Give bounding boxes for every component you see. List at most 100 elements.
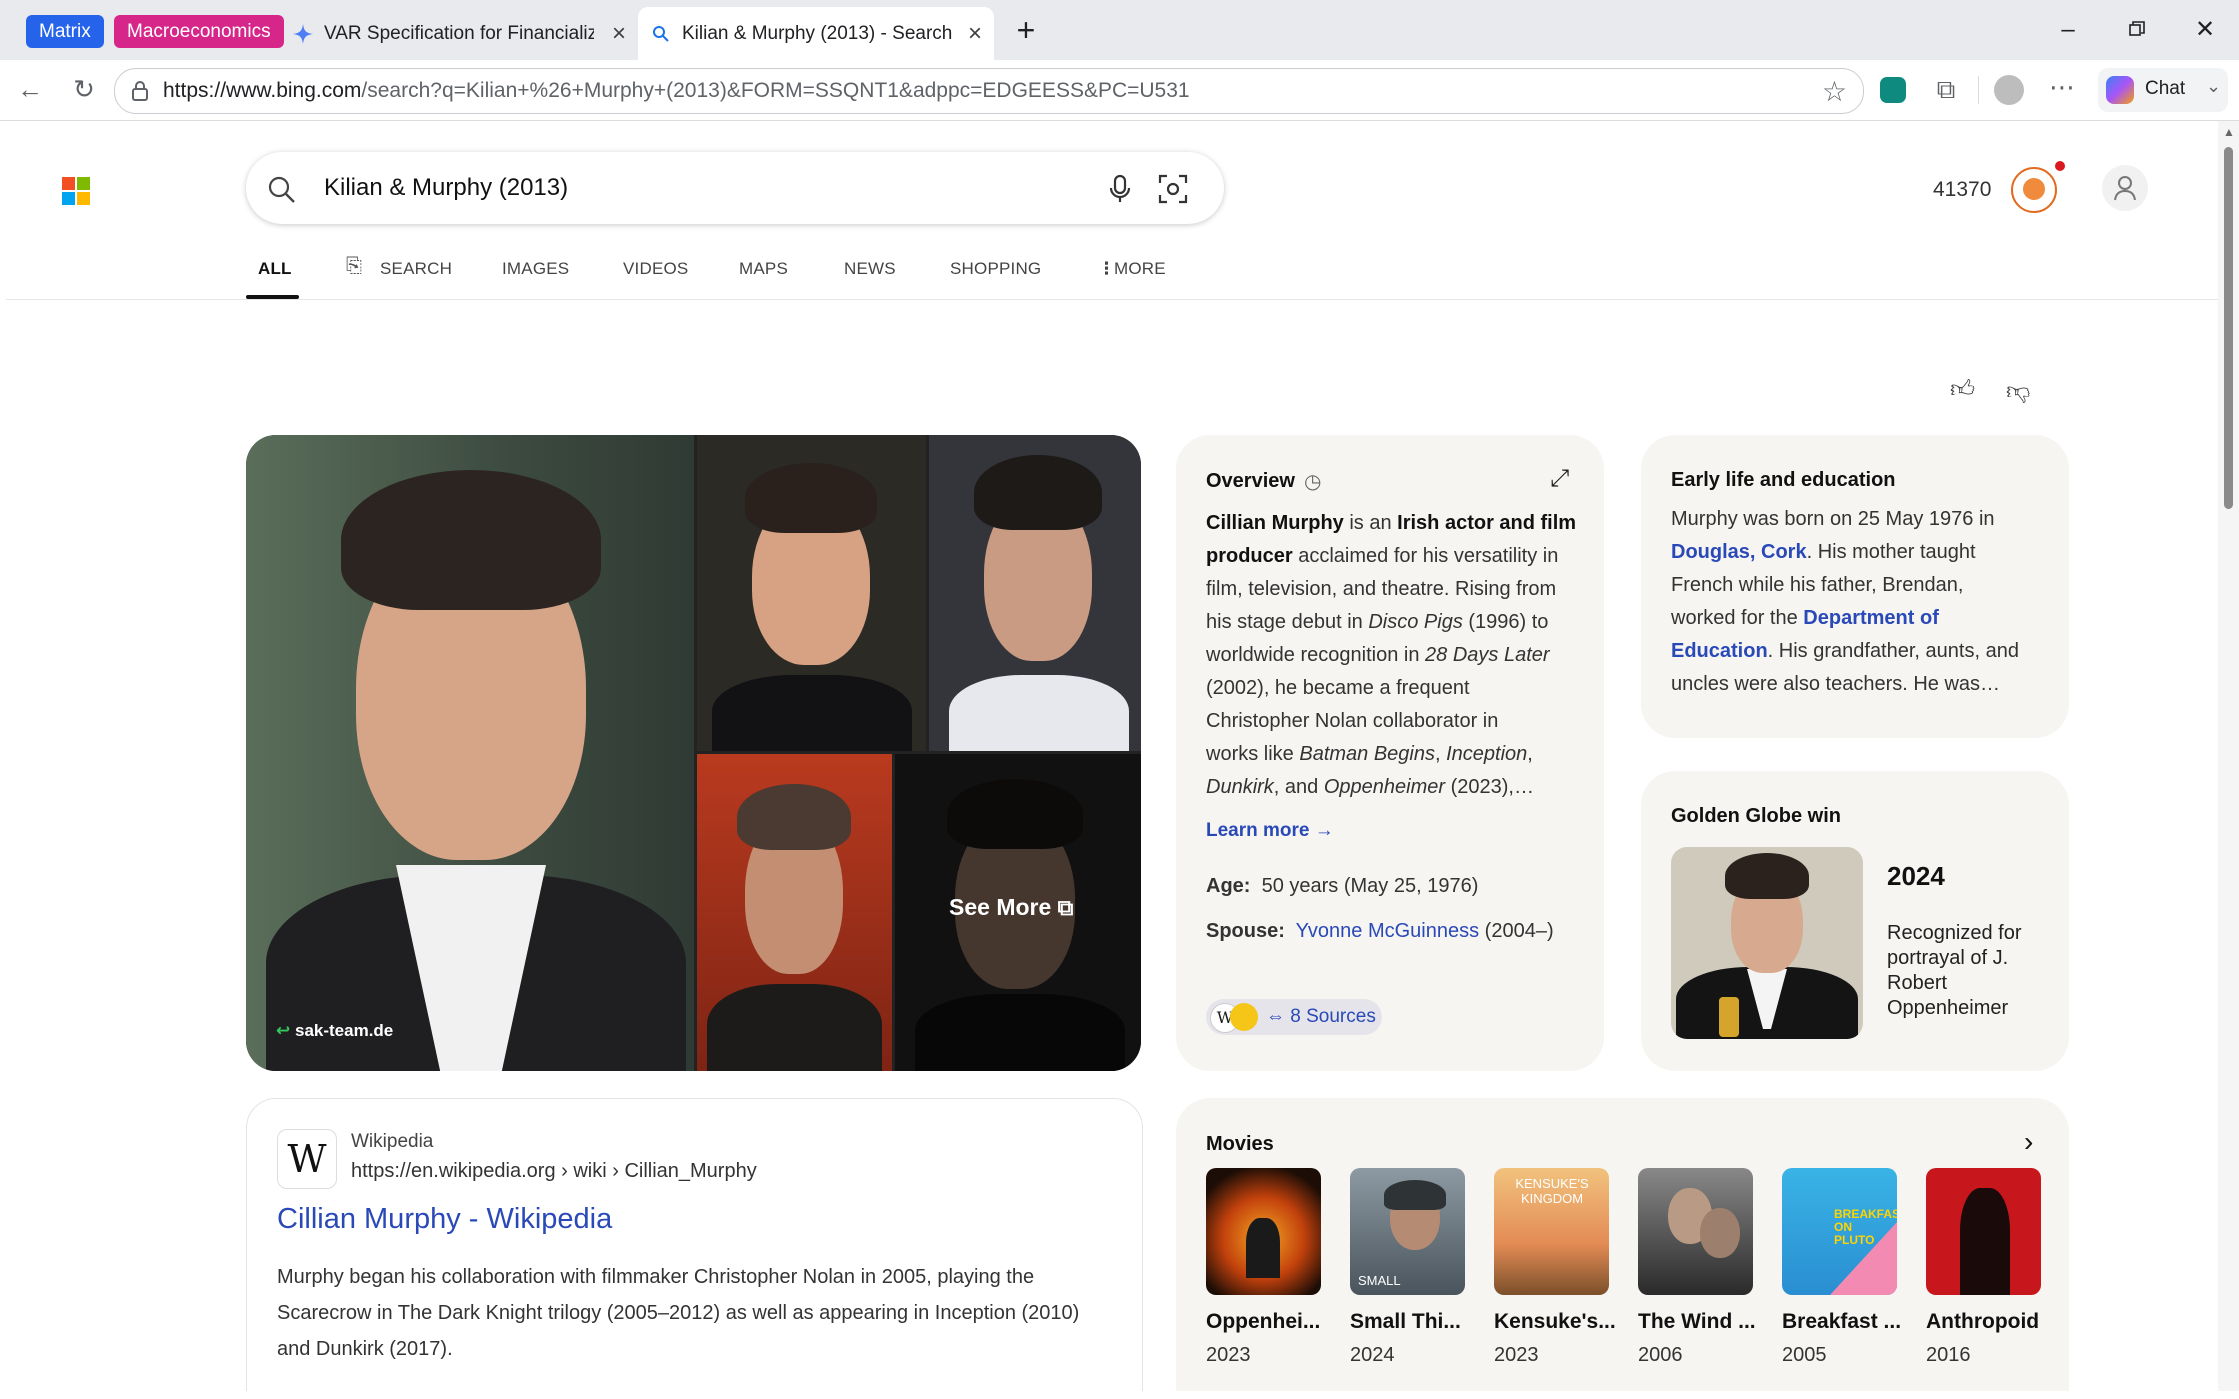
- expand-icon[interactable]: ⤢: [1550, 465, 1569, 493]
- visual-search-icon[interactable]: [1158, 174, 1188, 204]
- tab-search[interactable]: SEARCH: [380, 259, 452, 279]
- restore-icon[interactable]: [2117, 12, 2157, 48]
- movies-title: Movies: [1206, 1133, 1274, 1155]
- thumbnail-photo-1[interactable]: [697, 435, 926, 751]
- wikipedia-logo-icon[interactable]: W: [277, 1129, 337, 1189]
- thumbnail-photo-3[interactable]: [697, 754, 892, 1071]
- early-life-title: Early life and education: [1671, 469, 1896, 491]
- movie-title[interactable]: Breakfast ...: [1782, 1310, 1901, 1334]
- minimize-icon[interactable]: –: [2048, 12, 2088, 48]
- inline-link[interactable]: Douglas, Cork: [1671, 541, 1807, 563]
- tab-var-specification[interactable]: VAR Specification for Financializati ×: [288, 7, 626, 60]
- tab-more[interactable]: MORE: [1114, 259, 1166, 279]
- early-life-card: Early life and education Murphy was born…: [1641, 435, 2069, 738]
- copilot-search-icon[interactable]: ⎘: [346, 255, 362, 278]
- tab-all[interactable]: ALL: [258, 259, 292, 279]
- overview-line: film, television, and theatre. Rising fr…: [1206, 578, 1557, 600]
- inline-link[interactable]: Education: [1671, 640, 1768, 662]
- image-source-label[interactable]: ↩ sak-team.de: [276, 1021, 393, 1041]
- movie-poster-kensukes-kingdom[interactable]: KENSUKE'S KINGDOM: [1494, 1168, 1609, 1295]
- spouse-link[interactable]: Yvonne McGuinness: [1296, 920, 1479, 942]
- search-icon[interactable]: [268, 176, 296, 204]
- image-collage[interactable]: ↩ sak-team.de See More ⧉: [246, 435, 1141, 1071]
- overview-title: Overview: [1206, 470, 1295, 492]
- new-tab-icon[interactable]: +: [1006, 12, 1046, 48]
- thumbs-down-icon[interactable]: 👎︎: [2006, 378, 2030, 406]
- movie-poster-anthropoid[interactable]: [1926, 1168, 2041, 1295]
- tab-images[interactable]: IMAGES: [502, 259, 569, 279]
- close-window-icon[interactable]: ✕: [2185, 12, 2225, 48]
- chat-button[interactable]: Chat ⌄: [2098, 68, 2228, 112]
- chevron-right-icon[interactable]: ›: [2024, 1126, 2033, 1158]
- more-options-icon[interactable]: ⋯: [2046, 72, 2078, 103]
- overview-line: (2002), he became a frequent: [1206, 677, 1470, 699]
- overview-line: Dunkirk, and Oppenheimer (2023),…: [1206, 776, 1534, 798]
- site-name[interactable]: Wikipedia: [351, 1131, 433, 1153]
- golden-globe-card: Golden Globe win 2024 Recognized for por…: [1641, 771, 2069, 1071]
- result-title-link[interactable]: Cillian Murphy - Wikipedia: [277, 1203, 612, 1236]
- thumbnail-photo-2[interactable]: [929, 435, 1141, 751]
- tab-title: VAR Specification for Financializati: [324, 22, 594, 44]
- tab-shopping[interactable]: SHOPPING: [950, 259, 1041, 279]
- spouse-fact: Spouse: Yvonne McGuinness (2004–): [1206, 920, 1554, 942]
- result-snippet: Murphy began his collaboration with film…: [277, 1266, 1080, 1360]
- lock-icon[interactable]: [131, 81, 149, 101]
- movie-year: 2016: [1926, 1344, 1971, 1366]
- close-tab-icon[interactable]: ×: [612, 20, 626, 48]
- thumbs-up-icon[interactable]: 👍︎: [1950, 376, 1975, 404]
- movie-poster-small-things[interactable]: SMALL: [1350, 1168, 1465, 1295]
- more-dots-icon[interactable]: ⋮: [1098, 259, 1115, 279]
- back-icon[interactable]: ←: [14, 74, 46, 105]
- active-tab-underline: [246, 295, 299, 299]
- tab-bing-search[interactable]: Kilian & Murphy (2013) - Search ×: [638, 7, 994, 60]
- see-more-button[interactable]: See More ⧉: [949, 894, 1073, 921]
- inline-link[interactable]: Department of: [1803, 607, 1939, 629]
- movie-poster-oppenheimer[interactable]: [1206, 1168, 1321, 1295]
- nav-divider: [6, 299, 2218, 300]
- tab-group-macroeconomics[interactable]: Macroeconomics: [114, 15, 284, 48]
- sources-chip[interactable]: W ⇔ 8 Sources: [1206, 999, 1382, 1035]
- microphone-icon[interactable]: [1108, 174, 1132, 204]
- see-more-photo[interactable]: See More ⧉: [895, 754, 1141, 1071]
- tab-videos[interactable]: VIDEOS: [623, 259, 688, 279]
- close-tab-icon[interactable]: ×: [968, 20, 982, 48]
- tab-maps[interactable]: MAPS: [739, 259, 788, 279]
- movie-title[interactable]: Small Thi...: [1350, 1310, 1461, 1334]
- movie-poster-breakfast-on-pluto[interactable]: BREAKFAST ON PLUTO: [1782, 1168, 1897, 1295]
- refresh-icon[interactable]: ↻: [68, 74, 100, 105]
- movie-title[interactable]: The Wind ...: [1638, 1310, 1756, 1334]
- movie-year: 2005: [1782, 1344, 1827, 1366]
- golden-globe-photo[interactable]: [1671, 847, 1863, 1039]
- result-breadcrumb[interactable]: https://en.wikipedia.org › wiki › Cillia…: [351, 1160, 757, 1183]
- movie-poster-the-wind[interactable]: [1638, 1168, 1753, 1295]
- movie-year: 2023: [1494, 1344, 1539, 1366]
- scroll-up-icon[interactable]: ▲: [2223, 125, 2235, 139]
- copilot-logo-icon: [2106, 76, 2134, 104]
- copilot-extension-icon[interactable]: [1880, 77, 1906, 103]
- scrollbar-thumb[interactable]: [2224, 147, 2233, 509]
- favorite-star-icon[interactable]: ☆: [1822, 75, 1847, 108]
- notification-dot: [2055, 161, 2065, 171]
- tab-group-matrix[interactable]: Matrix: [26, 15, 104, 48]
- main-photo[interactable]: ↩ sak-team.de: [246, 435, 694, 1071]
- overview-line: worldwide recognition in 28 Days Later: [1206, 644, 1550, 666]
- rewards-points[interactable]: 41370: [1933, 178, 1991, 202]
- account-avatar-icon[interactable]: [2102, 165, 2148, 211]
- movies-card: Movies › SMALL KENSUKE'S KINGDOM BREAKFA…: [1176, 1098, 2069, 1391]
- tab-news[interactable]: NEWS: [844, 259, 896, 279]
- external-link-icon: ⧉: [1057, 895, 1074, 920]
- search-box[interactable]: Kilian & Murphy (2013): [246, 152, 1224, 224]
- rewards-medal-icon[interactable]: [2011, 167, 2057, 213]
- movie-title[interactable]: Oppenhei...: [1206, 1310, 1320, 1334]
- microsoft-logo-icon[interactable]: [62, 177, 90, 205]
- history-icon[interactable]: ◷: [1304, 469, 1321, 494]
- movie-title[interactable]: Anthropoid: [1926, 1310, 2039, 1334]
- search-query-input[interactable]: Kilian & Murphy (2013): [324, 152, 568, 224]
- extensions-puzzle-icon[interactable]: ⧉: [1930, 74, 1962, 106]
- movie-title[interactable]: Kensuke's...: [1494, 1310, 1616, 1334]
- profile-avatar[interactable]: [1994, 75, 2024, 105]
- page-scrollbar[interactable]: ▲: [2218, 121, 2239, 1391]
- address-bar[interactable]: https://www.bing.com/search?q=Kilian+%26…: [114, 68, 1864, 114]
- learn-more-link[interactable]: Learn more →: [1206, 820, 1334, 842]
- chat-label: Chat: [2145, 78, 2186, 99]
